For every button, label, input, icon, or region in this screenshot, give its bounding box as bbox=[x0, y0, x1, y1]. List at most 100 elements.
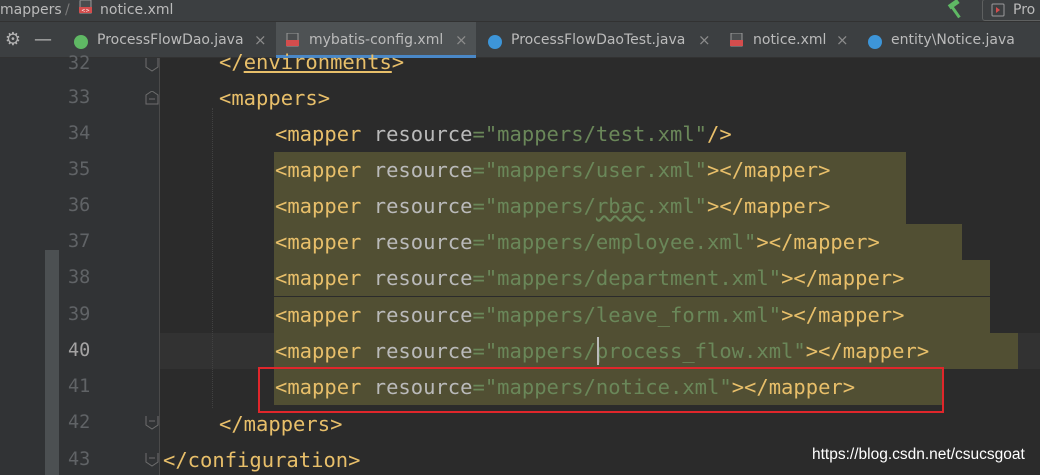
fold-marker-icon[interactable] bbox=[145, 453, 159, 467]
attribute-name: resource bbox=[361, 339, 473, 363]
indent-guide bbox=[212, 108, 213, 408]
hammer-icon[interactable] bbox=[945, 0, 967, 20]
editor-tab-bar: ⚙ — ProcessFlowDao.java × mybatis-config… bbox=[0, 22, 1040, 58]
tag-bracket: > bbox=[317, 86, 331, 110]
tag-bracket: > bbox=[391, 50, 405, 74]
equals-sign: = bbox=[472, 194, 485, 218]
text-cursor bbox=[597, 337, 599, 365]
code-line-36: <mapper resource="mappers/rbac.xml"></ma… bbox=[275, 188, 830, 224]
tag-name: mappers bbox=[231, 86, 318, 110]
tag-close: ></mapper> bbox=[707, 194, 831, 218]
spelling-warning[interactable]: rbac bbox=[596, 194, 645, 218]
tag-bracket: < bbox=[219, 86, 232, 110]
tag-close: ></mapper> bbox=[756, 230, 880, 254]
fold-marker-icon[interactable] bbox=[145, 58, 159, 72]
tag-name: <mapper bbox=[275, 339, 362, 363]
attribute-value: "mappers/test.xml" bbox=[484, 122, 708, 146]
fold-marker-icon[interactable] bbox=[145, 91, 159, 105]
attribute-value: "mappers/user.xml" bbox=[484, 158, 708, 182]
annotation-highlight-box bbox=[258, 367, 944, 413]
attribute-value: "mappers/department.xml" bbox=[484, 266, 782, 290]
tag-close: </configuration> bbox=[163, 448, 361, 472]
minimize-icon[interactable]: — bbox=[32, 22, 54, 58]
attribute-name: resource bbox=[361, 266, 473, 290]
attribute-name: resource bbox=[361, 230, 473, 254]
code-line-35: <mapper resource="mappers/user.xml"></ma… bbox=[275, 152, 830, 188]
equals-sign: = bbox=[472, 122, 485, 146]
line-number: 34 bbox=[68, 123, 91, 144]
svg-text:<>: <> bbox=[81, 8, 89, 14]
tag-close: ></mapper> bbox=[781, 303, 905, 327]
tab-notice-xml[interactable]: notice.xml × bbox=[720, 22, 856, 58]
tab-label: ProcessFlowDaoTest.java bbox=[511, 32, 686, 48]
attribute-value: "mappers/employee.xml" bbox=[484, 230, 757, 254]
code-line-43: </configuration> bbox=[163, 442, 360, 475]
run-config-icon bbox=[991, 3, 1005, 17]
xml-file-icon: <> bbox=[79, 0, 92, 14]
fold-marker-icon[interactable] bbox=[145, 416, 159, 430]
code-line-37: <mapper resource="mappers/employee.xml">… bbox=[275, 224, 880, 260]
tag-name: <mapper bbox=[275, 303, 362, 327]
run-config-label: Pro bbox=[1013, 2, 1036, 18]
attribute-name: resource bbox=[361, 122, 473, 146]
code-line-40: <mapper resource="mappers/process_flow.x… bbox=[275, 333, 929, 369]
line-number: 38 bbox=[68, 267, 91, 288]
tag-name: <mapper bbox=[275, 194, 362, 218]
line-number: 36 bbox=[68, 195, 91, 216]
tag-name: <mapper bbox=[275, 230, 362, 254]
line-number: 39 bbox=[68, 304, 91, 325]
close-icon[interactable]: × bbox=[836, 22, 849, 58]
breadcrumb-separator: / bbox=[65, 2, 70, 18]
vertical-scrollbar[interactable] bbox=[45, 250, 59, 475]
line-number: 35 bbox=[68, 159, 91, 180]
equals-sign: = bbox=[472, 339, 485, 363]
attribute-value: "mappers/leave_form.xml" bbox=[484, 303, 782, 327]
tag-close: /> bbox=[707, 122, 732, 146]
line-number: 33 bbox=[68, 87, 91, 108]
attribute-value: .xml" bbox=[645, 194, 708, 218]
tag-bracket: </ bbox=[219, 50, 244, 74]
attribute-name: resource bbox=[361, 158, 473, 182]
equals-sign: = bbox=[472, 303, 485, 327]
tab-processflowdaotest[interactable]: ProcessFlowDaoTest.java × bbox=[478, 22, 718, 58]
attribute-name: resource bbox=[361, 303, 473, 327]
equals-sign: = bbox=[472, 266, 485, 290]
test-class-icon bbox=[488, 35, 502, 49]
run-configuration-selector[interactable]: Pro bbox=[982, 0, 1040, 21]
code-line-38: <mapper resource="mappers/department.xml… bbox=[275, 260, 904, 296]
class-icon bbox=[868, 35, 882, 49]
line-number: 42 bbox=[68, 412, 91, 433]
tab-label: notice.xml bbox=[753, 32, 827, 48]
attribute-value: "mappers/process_flow.xml" bbox=[484, 339, 806, 363]
code-line-39: <mapper resource="mappers/leave_form.xml… bbox=[275, 297, 904, 333]
tag-close: ></mapper> bbox=[707, 158, 831, 182]
attribute-value: "mappers/ bbox=[484, 194, 596, 218]
tag-close: </mappers> bbox=[219, 412, 343, 436]
tag-close: ></mapper> bbox=[805, 339, 930, 363]
tab-entity-notice[interactable]: entity\Notice.java bbox=[858, 22, 1040, 58]
line-number-current: 40 bbox=[68, 340, 91, 361]
line-number: 32 bbox=[68, 53, 91, 74]
tab-label: entity\Notice.java bbox=[891, 32, 1015, 48]
xml-file-icon bbox=[730, 33, 743, 47]
watermark: https://blog.csdn.net/csucsgoat bbox=[812, 446, 1025, 463]
equals-sign: = bbox=[472, 230, 485, 254]
close-icon[interactable]: × bbox=[455, 22, 468, 58]
equals-sign: = bbox=[472, 158, 485, 182]
code-line-33: <mappers> bbox=[219, 80, 330, 116]
close-icon[interactable]: × bbox=[698, 22, 711, 58]
attribute-name: resource bbox=[361, 194, 473, 218]
code-line-32: </environments> bbox=[219, 44, 404, 80]
code-line-34: <mapper resource="mappers/test.xml"/> bbox=[275, 116, 732, 152]
tag-name: <mapper bbox=[275, 122, 362, 146]
gear-icon[interactable]: ⚙ bbox=[2, 22, 24, 58]
line-number: 41 bbox=[68, 376, 91, 397]
tag-name: <mapper bbox=[275, 266, 362, 290]
tag-close: ></mapper> bbox=[781, 266, 905, 290]
breadcrumb-file[interactable]: notice.xml bbox=[100, 0, 173, 22]
tag-name: environments bbox=[243, 50, 392, 74]
line-number: 37 bbox=[68, 231, 91, 252]
line-number: 43 bbox=[68, 449, 91, 470]
navigation-bar: mappers / <> notice.xml Pro bbox=[0, 0, 1040, 22]
breadcrumb-folder[interactable]: mappers bbox=[0, 0, 62, 22]
